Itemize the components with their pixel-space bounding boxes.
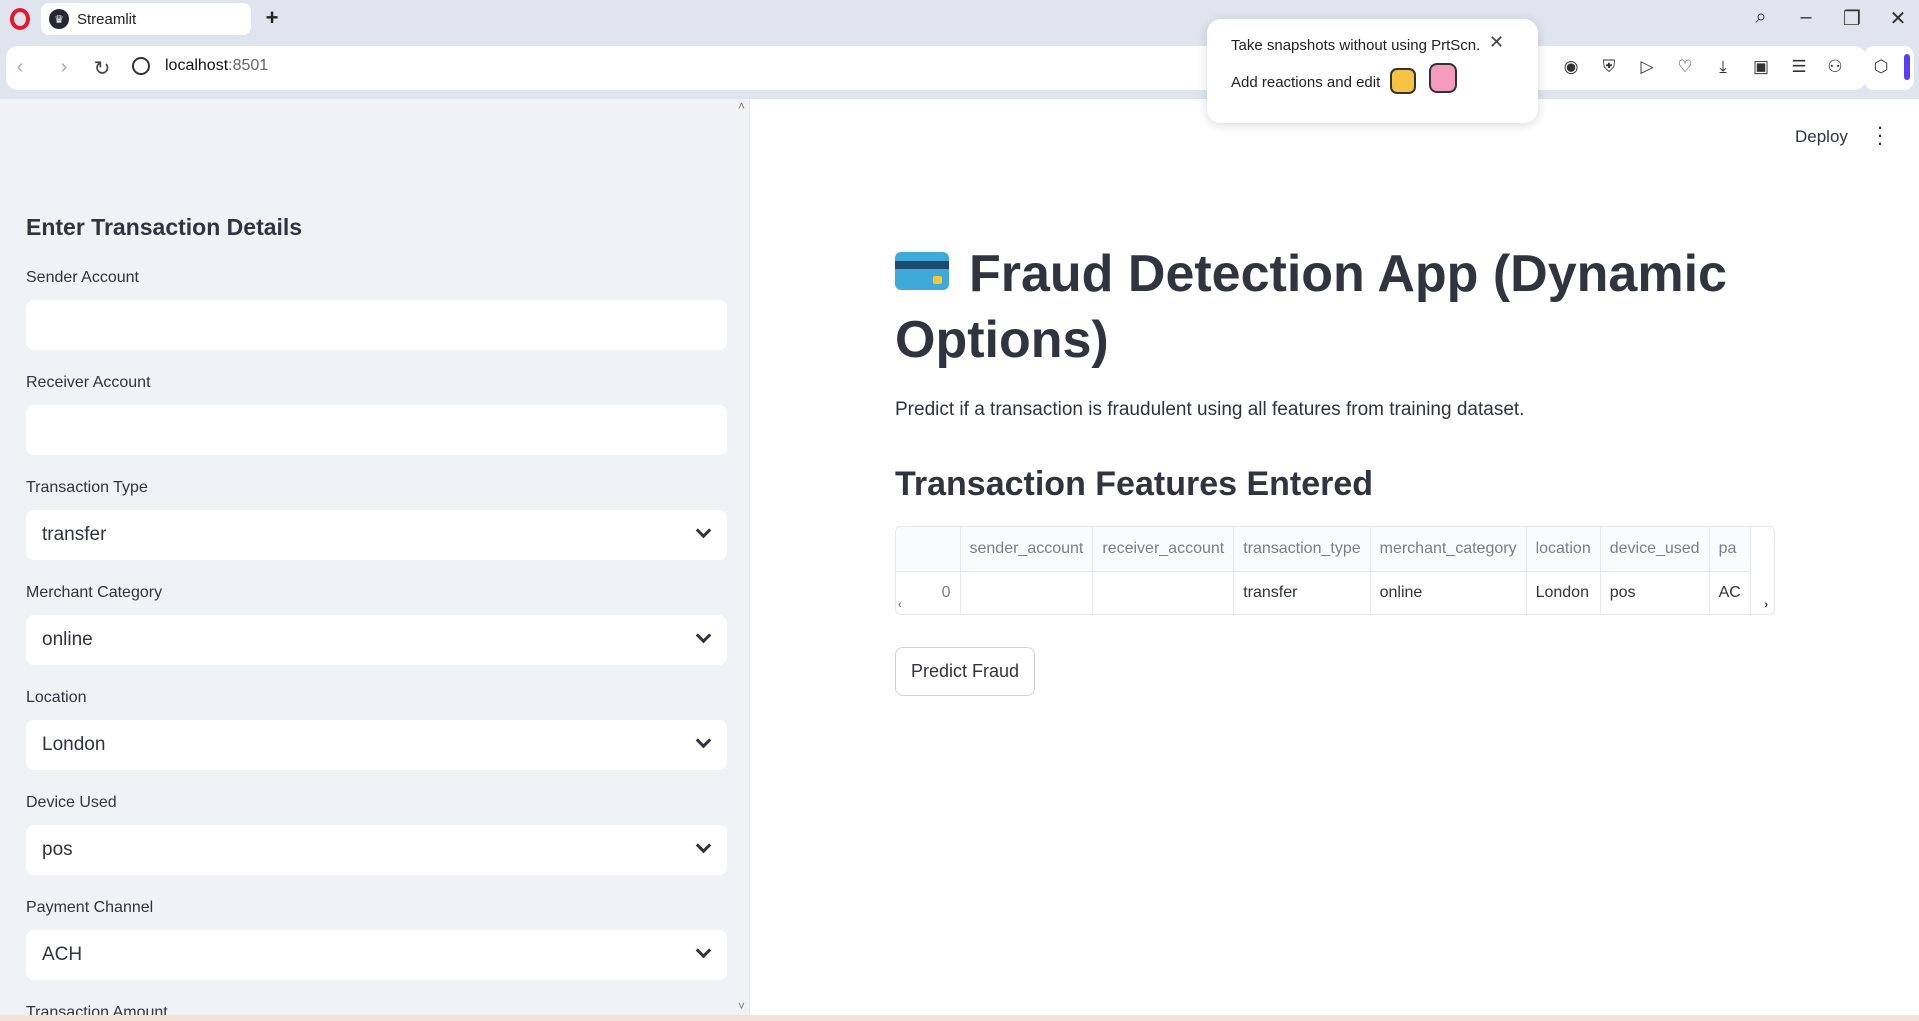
profile-icon[interactable]: ⚇ xyxy=(1824,56,1846,78)
column-header[interactable]: pa xyxy=(1709,527,1751,572)
column-header[interactable]: location xyxy=(1526,527,1601,572)
table-row: 0 transfer online London pos AC xyxy=(896,571,1751,614)
deploy-button[interactable]: Deploy xyxy=(1795,127,1848,147)
browser-tab[interactable]: ♛ Streamlit xyxy=(41,3,251,35)
send-icon[interactable]: ▷ xyxy=(1636,56,1658,78)
page-bottom-strip xyxy=(0,1015,1919,1021)
new-tab-button[interactable]: + xyxy=(260,7,284,31)
table-cell[interactable]: AC xyxy=(1709,571,1751,614)
payment-channel-select[interactable]: ACH xyxy=(26,930,727,980)
column-header[interactable]: device_used xyxy=(1600,527,1710,572)
chevron-down-icon xyxy=(695,837,712,854)
page-title: Fraud Detection App (Dynamic Options) xyxy=(895,241,1775,373)
main-content: Deploy · · · Fraud Detection App (Dynamic … xyxy=(751,99,1919,1015)
forward-icon[interactable]: › xyxy=(52,56,76,79)
close-icon[interactable]: ✕ xyxy=(1489,32,1504,53)
scroll-left-icon[interactable]: ‹ xyxy=(898,599,902,611)
chevron-down-icon xyxy=(695,627,712,644)
sender-account-label: Sender Account xyxy=(26,269,139,286)
transaction-amount-label: Transaction Amount xyxy=(26,1004,168,1015)
search-tabs-icon[interactable]: ⌕ xyxy=(1746,6,1776,29)
opera-logo-icon[interactable] xyxy=(10,8,30,30)
predict-fraud-button[interactable]: Predict Fraud xyxy=(895,647,1036,696)
payment-channel-value: ACH xyxy=(42,944,83,965)
smile-reaction-icon xyxy=(1390,68,1416,94)
url-field[interactable] xyxy=(6,46,1866,90)
sidebar-accent-bar xyxy=(1904,54,1910,80)
easy-setup-icon[interactable]: ☰ xyxy=(1788,56,1810,78)
snapshot-tip-popup: Take snapshots without using PrtScn. Add… xyxy=(1207,19,1538,123)
restore-icon[interactable]: ❐ xyxy=(1837,6,1867,31)
main-menu-icon[interactable]: · · · xyxy=(1875,116,1885,154)
chevron-down-icon xyxy=(695,942,712,959)
device-used-label: Device Used xyxy=(26,794,117,811)
sidebar-toggle-icon[interactable]: ▣ xyxy=(1750,56,1772,78)
back-icon[interactable]: ‹ xyxy=(8,56,32,79)
merchant-category-value: online xyxy=(42,629,93,650)
streamlit-favicon-icon: ♛ xyxy=(49,9,69,29)
location-select[interactable]: London xyxy=(26,720,727,770)
table-header-row: sender_account receiver_account transact… xyxy=(896,527,1751,572)
popup-line-1: Take snapshots without using PrtScn. xyxy=(1231,37,1481,54)
camera-icon[interactable]: ◉ xyxy=(1560,56,1582,78)
transaction-type-select[interactable]: transfer xyxy=(26,510,727,560)
page-subtitle: Predict if a transaction is fraudulent u… xyxy=(895,399,1525,420)
sender-account-input[interactable] xyxy=(26,300,727,350)
location-value: London xyxy=(42,734,106,755)
column-header[interactable]: transaction_type xyxy=(1233,527,1371,572)
features-dataframe[interactable]: sender_account receiver_account transact… xyxy=(895,526,1775,615)
table-cell[interactable]: pos xyxy=(1600,571,1710,614)
download-icon[interactable]: ⤓ xyxy=(1712,56,1734,78)
heart-icon[interactable]: ♡ xyxy=(1674,56,1696,78)
table-cell[interactable]: transfer xyxy=(1233,571,1371,614)
reload-icon[interactable]: ↻ xyxy=(90,56,114,81)
features-table: sender_account receiver_account transact… xyxy=(896,527,1751,614)
table-cell[interactable]: online xyxy=(1370,571,1527,614)
sidebar: ˄ Enter Transaction Details Sender Accou… xyxy=(0,99,750,1015)
address-bar: ‹ › ↻ localhost:8501 ◉ ⛨ ▷ ♡ ⤓ ▣ ☰ ⚇ ⬡ xyxy=(0,44,1919,96)
url-text[interactable]: localhost:8501 xyxy=(165,57,268,75)
minimize-icon[interactable]: – xyxy=(1791,6,1821,29)
streamlit-page: ˄ Enter Transaction Details Sender Accou… xyxy=(0,99,1919,1015)
device-used-value: pos xyxy=(42,839,73,860)
adblock-icon[interactable]: ⛨ xyxy=(1598,56,1620,78)
scroll-right-icon[interactable]: › xyxy=(1764,599,1768,611)
receiver-account-label: Receiver Account xyxy=(26,374,151,391)
sidebar-heading: Enter Transaction Details xyxy=(26,214,303,240)
table-cell[interactable]: London xyxy=(1526,571,1601,614)
table-cell[interactable] xyxy=(960,571,1094,614)
scroll-down-icon[interactable]: ˅ xyxy=(738,999,745,1013)
transaction-type-label: Transaction Type xyxy=(26,479,148,496)
transaction-type-value: transfer xyxy=(42,524,107,545)
page-title-text: Fraud Detection App (Dynamic Options) xyxy=(895,245,1727,369)
column-header[interactable]: merchant_category xyxy=(1370,527,1527,572)
section-heading: Transaction Features Entered xyxy=(895,465,1374,503)
device-used-select[interactable]: pos xyxy=(26,825,727,875)
site-info-icon[interactable] xyxy=(132,57,150,75)
tab-title: Streamlit xyxy=(77,10,137,28)
close-window-icon[interactable]: ✕ xyxy=(1883,6,1913,31)
receiver-account-input[interactable] xyxy=(26,405,727,455)
cube-icon: ⬡ xyxy=(1873,57,1889,76)
merchant-category-select[interactable]: online xyxy=(26,615,727,665)
cat-reaction-icon xyxy=(1429,63,1457,93)
column-header[interactable] xyxy=(896,527,961,572)
location-label: Location xyxy=(26,689,87,706)
credit-card-icon xyxy=(895,252,949,291)
payment-channel-label: Payment Channel xyxy=(26,899,154,916)
scroll-up-icon[interactable]: ˄ xyxy=(738,99,745,113)
merchant-category-label: Merchant Category xyxy=(26,584,163,601)
chevron-down-icon xyxy=(695,522,712,539)
table-cell[interactable]: 0 xyxy=(896,571,961,614)
browser-tab-bar: ♛ Streamlit + ⌕ – ❐ ✕ xyxy=(0,0,1919,38)
column-header[interactable]: receiver_account xyxy=(1092,527,1235,572)
table-cell[interactable] xyxy=(1092,571,1235,614)
chevron-down-icon xyxy=(695,732,712,749)
column-header[interactable]: sender_account xyxy=(960,527,1094,572)
popup-line-2: Add reactions and edit xyxy=(1231,74,1381,91)
